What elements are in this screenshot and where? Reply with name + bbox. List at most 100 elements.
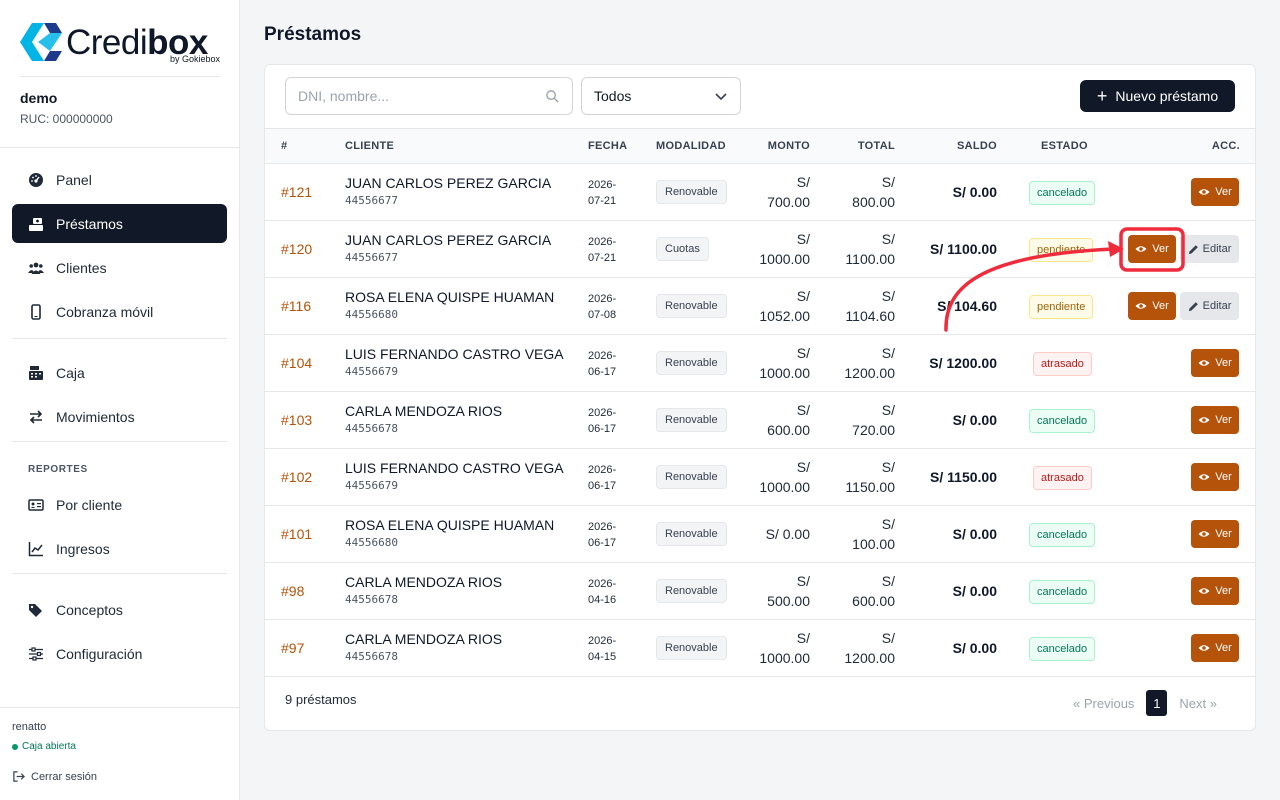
loan-id-link[interactable]: #103 bbox=[281, 392, 312, 448]
balance-cell: S/ 1100.00 bbox=[930, 241, 997, 257]
loan-id-link[interactable]: #101 bbox=[281, 506, 312, 562]
total-cell: S/1150.00 bbox=[845, 459, 895, 495]
loan-id-link[interactable]: #116 bbox=[281, 278, 311, 334]
divider bbox=[0, 147, 239, 148]
status-dot-icon bbox=[12, 743, 18, 750]
nav-item-panel[interactable]: Panel bbox=[12, 160, 227, 199]
brand-logo[interactable]: Credibox by Gokiebox bbox=[20, 20, 220, 64]
client-dni: 44556678 bbox=[345, 650, 398, 663]
loan-date: 2026- 06-17 bbox=[588, 521, 617, 549]
page-title: Préstamos bbox=[264, 24, 362, 45]
nav-label: Cobranza móvil bbox=[56, 303, 154, 320]
loan-id-link[interactable]: #98 bbox=[281, 563, 304, 619]
edit-button[interactable]: Editar bbox=[1180, 292, 1239, 320]
table-row: #98 CARLA MENDOZA RIOS 44556678 2026- 04-16 R… bbox=[265, 563, 1255, 620]
search-input[interactable] bbox=[298, 88, 545, 104]
modality-badge: Cuotas bbox=[656, 237, 709, 261]
total-cell: S/1200.00 bbox=[844, 345, 895, 381]
nav-item-caja[interactable]: Caja bbox=[12, 353, 227, 392]
id-card-icon bbox=[28, 497, 44, 513]
mobile-icon bbox=[28, 303, 44, 320]
section-label-reportes: REPORTES bbox=[28, 464, 88, 475]
hand-money-icon bbox=[28, 216, 44, 232]
pagination-page-current[interactable]: 1 bbox=[1146, 690, 1168, 716]
status-filter-select[interactable]: Todos bbox=[581, 77, 741, 115]
search-icon bbox=[546, 89, 559, 103]
view-button[interactable]: Ver bbox=[1191, 406, 1239, 434]
pagination-next[interactable]: Next » bbox=[1179, 696, 1217, 711]
nav-label: Ingresos bbox=[56, 540, 110, 557]
client-dni: 44556679 bbox=[345, 479, 398, 492]
nav-item-por-cliente[interactable]: Por cliente bbox=[12, 485, 227, 524]
loan-id-link[interactable]: #97 bbox=[281, 620, 304, 676]
balance-cell: S/ 0.00 bbox=[952, 583, 997, 599]
client-cell: ROSA ELENA QUISPE HUAMAN 44556680 bbox=[345, 517, 554, 549]
pagination: « Previous 1 Next » bbox=[1073, 690, 1217, 716]
eye-icon bbox=[1198, 417, 1210, 423]
nav-item-clientes[interactable]: Clientes bbox=[12, 248, 227, 287]
client-name: CARLA MENDOZA RIOS bbox=[345, 631, 503, 647]
client-dni: 44556679 bbox=[345, 365, 398, 378]
loan-id-link[interactable]: #120 bbox=[281, 221, 312, 277]
amount-cell: S/1000.00 bbox=[759, 231, 810, 267]
gauge-icon bbox=[28, 172, 44, 188]
new-loan-button[interactable]: + Nuevo préstamo bbox=[1080, 80, 1235, 112]
col-header-acc: ACC. bbox=[1211, 140, 1240, 152]
loan-id-link[interactable]: #104 bbox=[281, 335, 312, 391]
client-name: JUAN CARLOS PEREZ GARCIA bbox=[345, 232, 552, 248]
eye-icon bbox=[1198, 474, 1210, 480]
credibox-logo-icon bbox=[20, 23, 62, 61]
view-button[interactable]: Ver bbox=[1128, 235, 1176, 263]
amount-cell: S/1000.00 bbox=[759, 630, 810, 666]
col-header-total: TOTAL bbox=[857, 140, 895, 152]
client-cell: JUAN CARLOS PEREZ GARCIA 44556677 bbox=[345, 175, 551, 207]
edit-button[interactable]: Editar bbox=[1180, 235, 1239, 263]
nav-item-prestamos[interactable]: Préstamos bbox=[12, 204, 227, 243]
table-header: # CLIENTE FECHA MODALIDAD MONTO TOTAL SA… bbox=[265, 128, 1255, 164]
client-name: LUIS FERNANDO CASTRO VEGA bbox=[345, 346, 564, 362]
loan-date: 2026- 06-17 bbox=[588, 350, 617, 378]
view-button[interactable]: Ver bbox=[1191, 634, 1239, 662]
nav-item-configuracion[interactable]: Configuración bbox=[12, 634, 227, 673]
pagination-previous[interactable]: « Previous bbox=[1073, 696, 1134, 711]
nav-item-movimientos[interactable]: Movimientos bbox=[12, 397, 227, 436]
balance-cell: S/ 1150.00 bbox=[930, 469, 997, 485]
view-button[interactable]: Ver bbox=[1191, 520, 1239, 548]
eye-icon bbox=[1135, 303, 1147, 309]
view-button[interactable]: Ver bbox=[1191, 349, 1239, 377]
view-button[interactable]: Ver bbox=[1191, 577, 1239, 605]
divider bbox=[12, 573, 227, 574]
table-row: #102 LUIS FERNANDO CASTRO VEGA 44556679 202… bbox=[265, 449, 1255, 506]
total-cell: S/1100.00 bbox=[845, 231, 895, 267]
amount-cell: S/600.00 bbox=[767, 402, 810, 438]
table-row: #101 ROSA ELENA QUISPE HUAMAN 44556680 2026… bbox=[265, 506, 1255, 563]
loan-id-link[interactable]: #121 bbox=[281, 164, 312, 220]
modality-badge: Renovable bbox=[656, 180, 727, 204]
nav-label: Panel bbox=[56, 171, 92, 188]
balance-cell: S/ 0.00 bbox=[952, 184, 997, 200]
view-button[interactable]: Ver bbox=[1191, 178, 1239, 206]
loan-id-link[interactable]: #102 bbox=[281, 449, 312, 505]
view-button[interactable]: Ver bbox=[1128, 292, 1176, 320]
status-badge: pendiente bbox=[1029, 295, 1094, 319]
client-dni: 44556677 bbox=[345, 251, 398, 264]
nav-label: Configuración bbox=[56, 645, 143, 662]
search-box[interactable] bbox=[285, 77, 573, 115]
client-name: ROSA ELENA QUISPE HUAMAN bbox=[345, 289, 555, 305]
amount-cell: S/ 0.00 bbox=[765, 526, 810, 542]
eye-icon bbox=[1135, 246, 1147, 252]
eye-icon bbox=[1198, 189, 1210, 195]
nav-item-cobranza[interactable]: Cobranza móvil bbox=[12, 292, 227, 331]
eye-icon bbox=[1198, 531, 1210, 537]
divider bbox=[0, 707, 239, 708]
client-dni: 44556680 bbox=[345, 308, 398, 321]
modality-badge: Renovable bbox=[656, 408, 727, 432]
balance-cell: S/ 0.00 bbox=[952, 412, 997, 428]
client-cell: LUIS FERNANDO CASTRO VEGA 44556679 bbox=[345, 460, 564, 492]
nav-item-conceptos[interactable]: Conceptos bbox=[12, 590, 227, 629]
view-button[interactable]: Ver bbox=[1191, 463, 1239, 491]
logout-link[interactable]: Cerrar sesión bbox=[12, 770, 97, 783]
total-cell: S/600.00 bbox=[852, 573, 895, 609]
table-row: #104 LUIS FERNANDO CASTRO VEGA 44556679 202… bbox=[265, 335, 1255, 392]
nav-item-ingresos[interactable]: Ingresos bbox=[12, 529, 227, 568]
